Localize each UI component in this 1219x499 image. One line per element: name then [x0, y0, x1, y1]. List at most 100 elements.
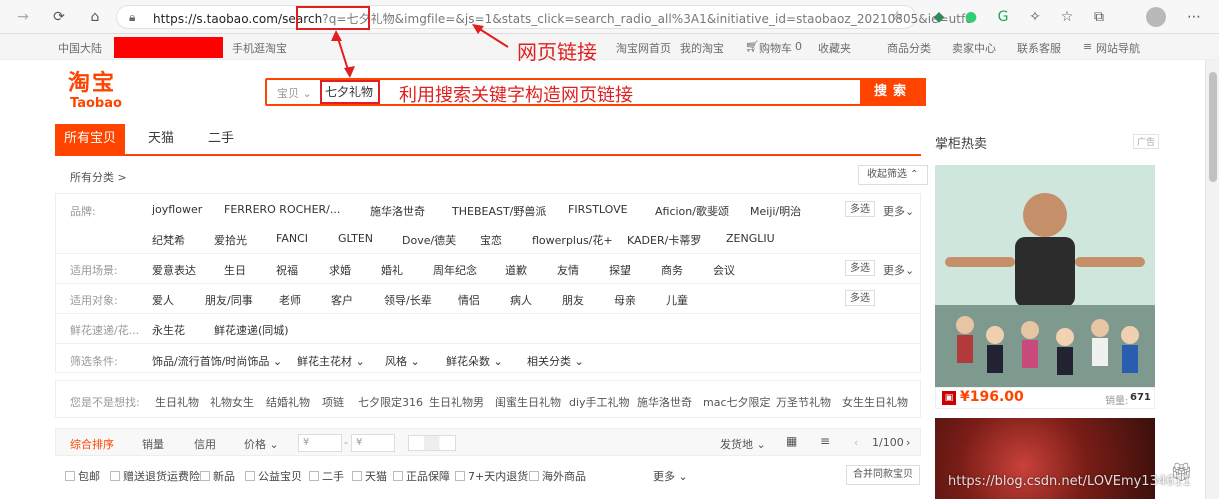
- brand-item[interactable]: 宝恋: [480, 232, 502, 248]
- target-item[interactable]: 爱人: [152, 292, 174, 308]
- more-button[interactable]: 更多⌄: [883, 262, 914, 278]
- target-item[interactable]: 领导/长辈: [384, 292, 432, 308]
- price-min-input[interactable]: ¥: [298, 434, 342, 452]
- condition-dropdown[interactable]: 风格 ⌄: [385, 353, 420, 369]
- all-categories-link[interactable]: 所有分类 >: [70, 169, 127, 185]
- target-item[interactable]: 病人: [510, 292, 532, 308]
- brand-item[interactable]: GLTEN: [338, 232, 373, 245]
- scrollbar-thumb[interactable]: [1209, 72, 1217, 182]
- brand-item[interactable]: Meiji/明治: [750, 203, 801, 219]
- checkbox-authentic[interactable]: 正品保障: [393, 468, 450, 484]
- condition-dropdown[interactable]: 饰品/流行首饰/时尚饰品 ⌄: [152, 353, 282, 369]
- suggest-link[interactable]: 项链: [322, 394, 344, 410]
- condition-dropdown[interactable]: 相关分类 ⌄: [527, 353, 584, 369]
- scene-item[interactable]: 会议: [713, 262, 735, 278]
- prev-page-icon[interactable]: ‹: [854, 436, 858, 449]
- target-item[interactable]: 母亲: [614, 292, 636, 308]
- collapse-filter-button[interactable]: 收起筛选 ⌃: [858, 165, 928, 185]
- sort-sales[interactable]: 销量: [142, 436, 164, 452]
- tab-secondhand[interactable]: 二手: [201, 124, 241, 154]
- multi-select-button[interactable]: 多选: [845, 260, 875, 276]
- checkbox-tmall[interactable]: 天猫: [352, 468, 387, 484]
- scene-item[interactable]: 商务: [661, 262, 683, 278]
- suggest-link[interactable]: 女生生日礼物: [842, 394, 908, 410]
- sort-default[interactable]: 综合排序: [70, 436, 114, 452]
- brand-item[interactable]: ZENGLIU: [726, 232, 775, 245]
- tab-all[interactable]: 所有宝贝: [55, 124, 125, 154]
- scene-item[interactable]: 友情: [557, 262, 579, 278]
- multi-select-button[interactable]: 多选: [845, 201, 875, 217]
- target-item[interactable]: 情侣: [458, 292, 480, 308]
- brand-item[interactable]: flowerplus/花+: [532, 232, 613, 248]
- next-page-icon[interactable]: ›: [906, 436, 910, 449]
- grid-view-icon[interactable]: ▦: [786, 434, 797, 448]
- suggest-link[interactable]: 施华洛世奇: [637, 394, 692, 410]
- checkbox-charity[interactable]: 公益宝贝: [245, 468, 302, 484]
- checkbox-7day-return[interactable]: 7+天内退货: [455, 468, 528, 484]
- scene-item[interactable]: 生日: [224, 262, 246, 278]
- checkbox-return-insurance[interactable]: 赠送退货运费险: [110, 468, 200, 484]
- price-max-input[interactable]: ¥: [351, 434, 395, 452]
- suggest-label: 您是不是想找:: [70, 396, 140, 409]
- scene-item[interactable]: 周年纪念: [433, 262, 477, 278]
- checkbox-secondhand[interactable]: 二手: [309, 468, 344, 484]
- suggest-link[interactable]: mac七夕限定: [703, 394, 771, 410]
- brand-item[interactable]: 纪梵希: [152, 232, 185, 248]
- condition-dropdown[interactable]: 鲜花主花材 ⌄: [297, 353, 365, 369]
- brand-item[interactable]: FANCI: [276, 232, 308, 245]
- suggest-link[interactable]: 七夕限定316: [358, 394, 423, 410]
- target-label: 适用对象:: [70, 294, 118, 307]
- tab-tmall[interactable]: 天猫: [141, 124, 181, 154]
- multi-select-button[interactable]: 多选: [845, 290, 875, 306]
- scene-item[interactable]: 求婚: [329, 262, 351, 278]
- flower-item[interactable]: 鲜花速递(同城): [214, 322, 289, 338]
- more-checks-dropdown[interactable]: 更多 ⌄: [653, 468, 688, 484]
- condition-dropdown[interactable]: 鲜花朵数 ⌄: [446, 353, 503, 369]
- product-image[interactable]: [935, 165, 1155, 387]
- scene-item[interactable]: 祝福: [276, 262, 298, 278]
- more-button[interactable]: 更多⌄: [883, 203, 914, 219]
- brand-item[interactable]: KADER/卡蒂罗: [627, 232, 701, 248]
- sort-bar: 综合排序 销量 信用 价格 ⌄ ¥ - ¥ 发货地 ⌄ ▦ ≡ ‹ 1/100 …: [55, 428, 921, 456]
- divider: [55, 283, 921, 284]
- list-view-icon[interactable]: ≡: [820, 434, 830, 448]
- suggest-link[interactable]: 结婚礼物: [266, 394, 310, 410]
- suggest-link[interactable]: diy手工礼物: [569, 394, 630, 410]
- flower-item[interactable]: 永生花: [152, 322, 185, 338]
- brand-item[interactable]: 施华洛世奇: [370, 203, 425, 219]
- suggest-link[interactable]: 闺蜜生日礼物: [495, 394, 561, 410]
- suggest-link[interactable]: 礼物女生: [210, 394, 254, 410]
- suggest-link[interactable]: 生日礼物男: [429, 394, 484, 410]
- scrollbar[interactable]: [1205, 60, 1219, 499]
- target-item[interactable]: 老师: [279, 292, 301, 308]
- sort-credit[interactable]: 信用: [194, 436, 216, 452]
- scene-item[interactable]: 爱意表达: [152, 262, 196, 278]
- target-item[interactable]: 儿童: [666, 292, 688, 308]
- brand-item[interactable]: joyflower: [152, 203, 202, 216]
- scene-item[interactable]: 道歉: [505, 262, 527, 278]
- keyword-annotation: 利用搜索关键字构造网页链接: [399, 85, 633, 106]
- brand-item[interactable]: FERRERO ROCHER/...: [224, 203, 340, 216]
- scene-item[interactable]: 婚礼: [381, 262, 403, 278]
- suggest-link[interactable]: 万圣节礼物: [776, 394, 831, 410]
- checkbox-new[interactable]: 新品: [200, 468, 235, 484]
- sort-price[interactable]: 价格 ⌄: [244, 436, 279, 452]
- brand-item[interactable]: THEBEAST/野兽派: [452, 203, 546, 219]
- target-item[interactable]: 朋友/同事: [205, 292, 253, 308]
- checkbox-overseas[interactable]: 海外商品: [529, 468, 586, 484]
- target-item[interactable]: 客户: [331, 292, 353, 308]
- brand-item[interactable]: Aficion/歌斐颂: [655, 203, 729, 219]
- suggest-link[interactable]: 生日礼物: [155, 394, 199, 410]
- target-item[interactable]: 朋友: [562, 292, 584, 308]
- scene-item[interactable]: 探望: [609, 262, 631, 278]
- brand-item[interactable]: FIRSTLOVE: [568, 203, 628, 216]
- brand-item[interactable]: Dove/德芙: [402, 232, 456, 248]
- product-photo: [935, 165, 1155, 387]
- sales-count: 671: [1130, 392, 1151, 403]
- sidebar-title: 掌柜热卖: [935, 137, 988, 152]
- checkbox-free-shipping[interactable]: 包邮: [65, 468, 100, 484]
- ship-from-dropdown[interactable]: 发货地 ⌄: [720, 436, 766, 452]
- brand-item[interactable]: 爱拾光: [214, 232, 247, 248]
- price-range-chart[interactable]: [408, 435, 456, 451]
- merge-same-button[interactable]: 合并同款宝贝: [846, 465, 920, 485]
